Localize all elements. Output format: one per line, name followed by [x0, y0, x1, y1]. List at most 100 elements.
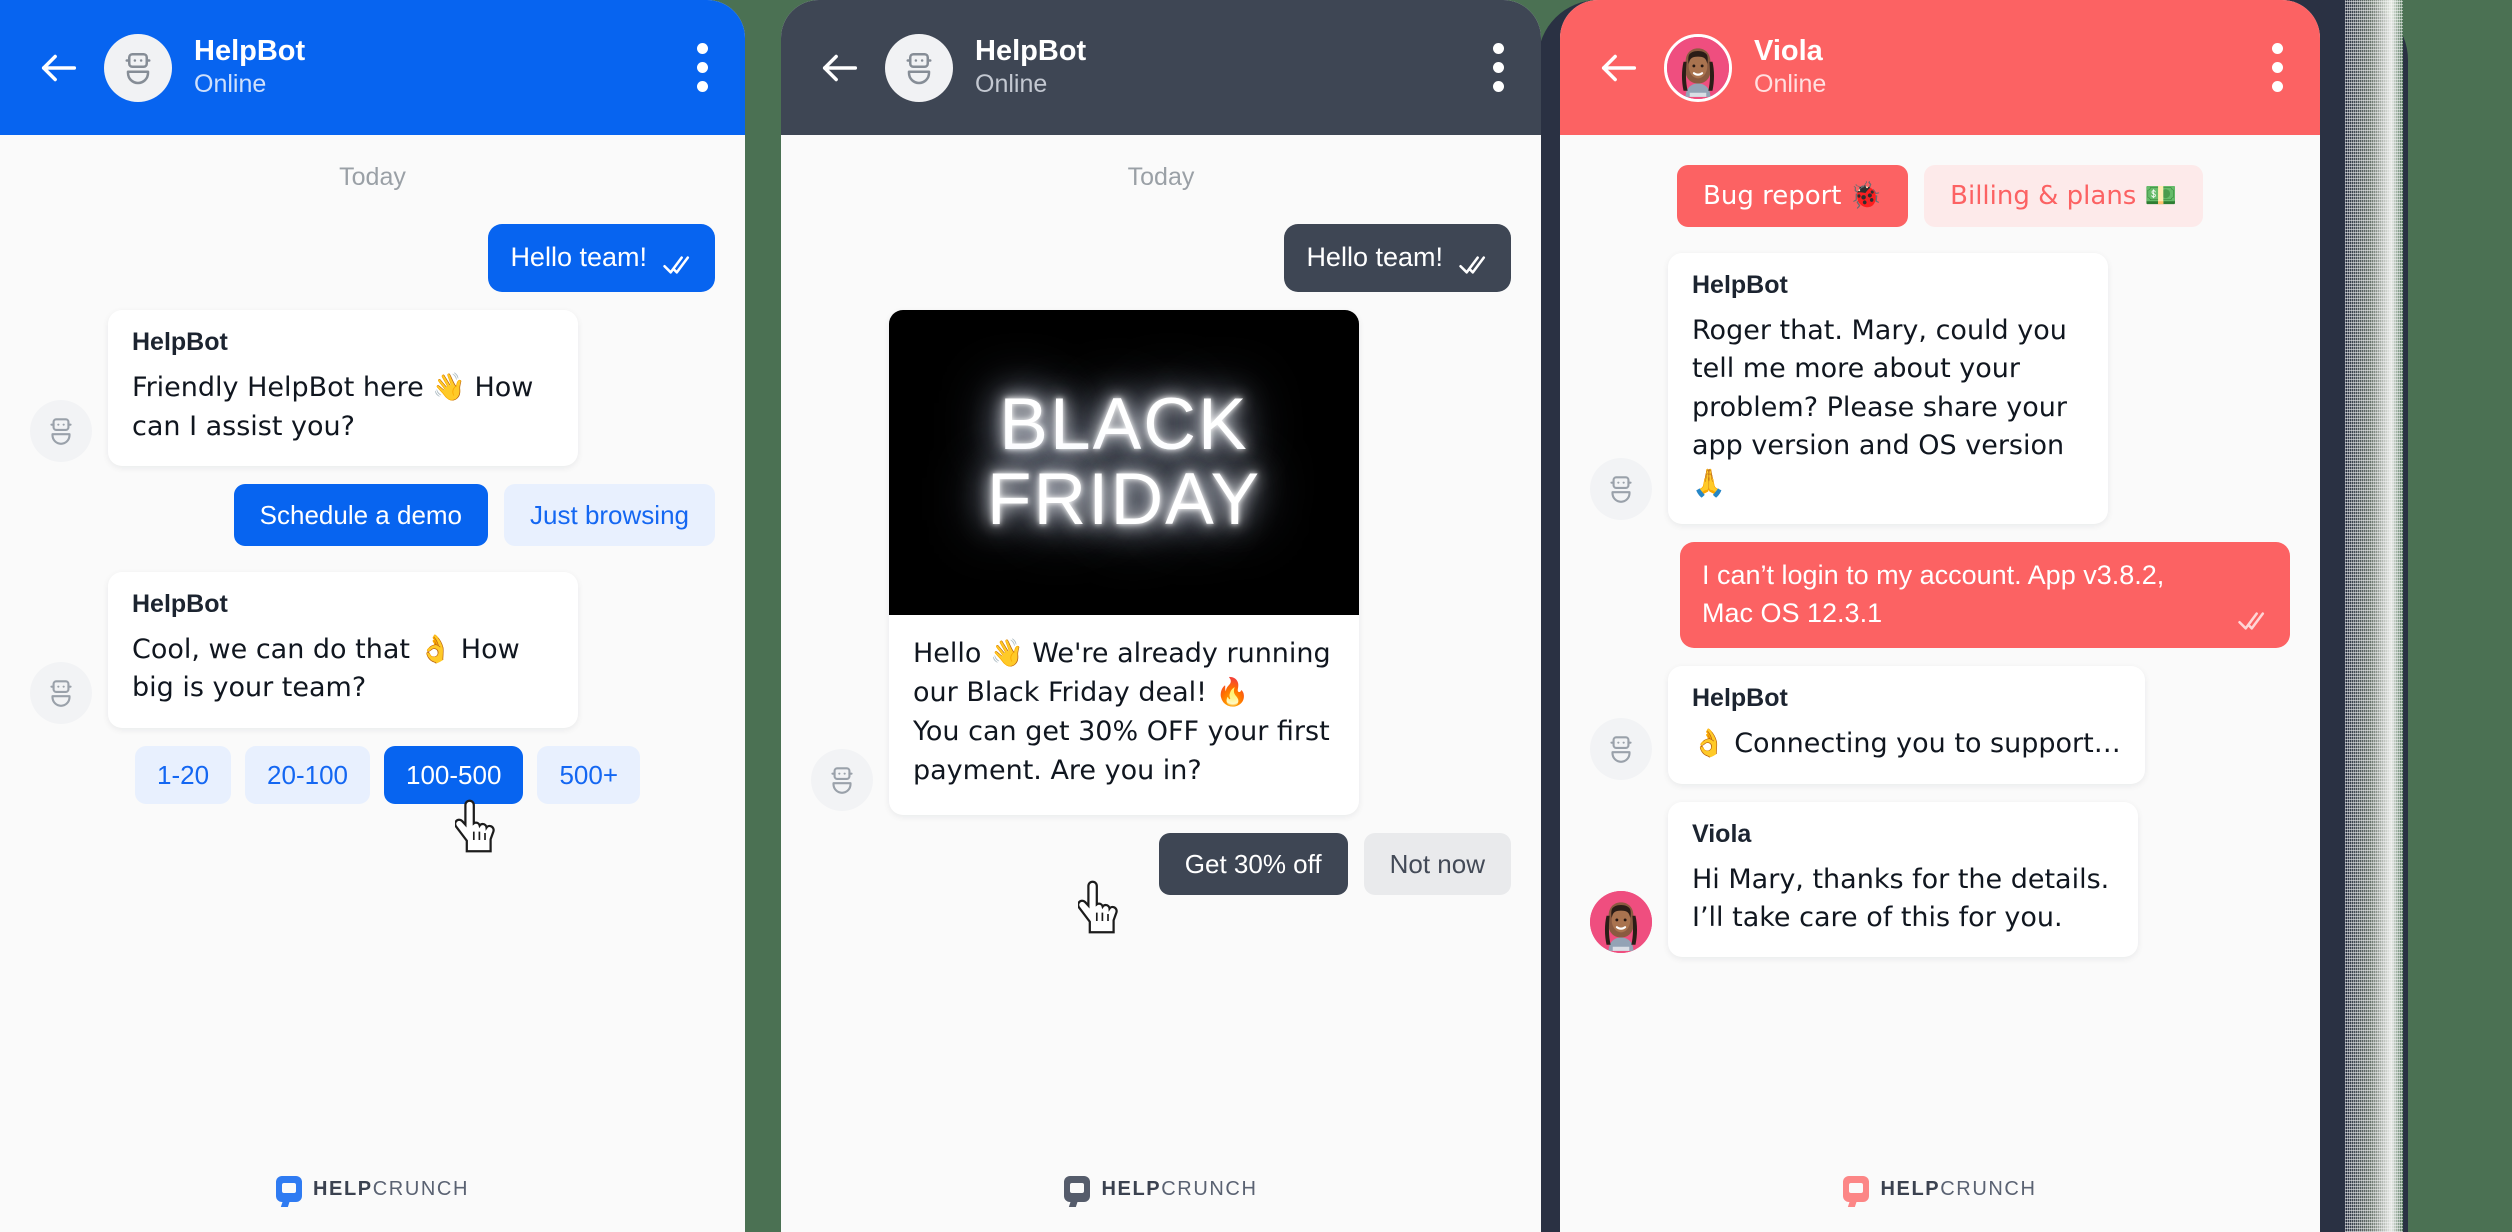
- message-text: I can’t login to my account. App v3.8.2,…: [1702, 559, 2165, 628]
- header-identity: Viola Online: [1754, 34, 1827, 100]
- chat-title: Viola: [1754, 34, 1823, 67]
- message-sender: HelpBot: [132, 589, 228, 618]
- bot-avatar: [885, 33, 953, 102]
- header-identity: HelpBot Online: [194, 34, 306, 100]
- helpcrunch-wordmark: HELPCRUNCH: [312, 1177, 469, 1200]
- message-bubble-incoming: Viola Hi Mary, thanks for the details. I…: [1668, 801, 2138, 958]
- header-identity: HelpBot Online: [975, 34, 1087, 100]
- message-text: Hi Mary, thanks for the details. I’ll ta…: [1692, 863, 2110, 933]
- message-sender: HelpBot: [132, 328, 228, 357]
- black-friday-banner-image: BLACK FRIDAY: [889, 310, 1359, 616]
- banner-line-2: FRIDAY: [986, 458, 1262, 540]
- quick-replies-promo: Get 30% off Not now: [811, 832, 1511, 934]
- message-text: Friendly HelpBot here 👋 How can I assist…: [132, 372, 534, 442]
- chat-header-red: Viola Online: [1560, 0, 2320, 135]
- chat-panel-blue: HelpBot Online Today Hello team! HelpBot…: [0, 0, 745, 1232]
- promo-card: BLACK FRIDAY Hello 👋 We're already runni…: [889, 310, 1359, 815]
- back-arrow-icon[interactable]: [817, 45, 863, 91]
- mouse-cursor-pointer: [1077, 879, 1124, 935]
- chat-body-dark: Today Hello team! BLACK FRIDAY Hello 👋 W…: [781, 135, 1541, 1146]
- status-badge: Online: [975, 70, 1048, 99]
- quick-replies-team-size: 1-20 20-100 100-500 500+: [30, 745, 715, 852]
- message-bubble-outgoing: I can’t login to my account. App v3.8.2,…: [1680, 541, 2290, 649]
- status-badge: Online: [194, 70, 267, 99]
- agent-photo: [1667, 36, 1729, 99]
- promo-card-text: Hello 👋 We're already running our Black …: [913, 638, 1331, 786]
- message-text: Hello team!: [510, 242, 647, 272]
- day-separator: Today: [1127, 163, 1195, 191]
- quick-reply-1-20[interactable]: 1-20: [135, 745, 232, 804]
- kebab-menu-icon[interactable]: [2272, 43, 2284, 92]
- message-row-outgoing: Hello team!: [811, 224, 1511, 293]
- quick-reply-billing-plans[interactable]: Billing & plans 💵: [1924, 165, 2203, 227]
- quick-replies-1: Schedule a demo Just browsing: [30, 483, 715, 546]
- agent-photo: [1590, 891, 1652, 954]
- double-check-icon: [1459, 254, 1489, 276]
- quick-reply-just-browsing[interactable]: Just browsing: [504, 483, 715, 546]
- chat-body-blue: Today Hello team! HelpBot Friendly HelpB…: [0, 135, 745, 1146]
- message-text: Hello team!: [1306, 242, 1443, 272]
- bot-avatar: [104, 33, 172, 102]
- quick-replies-top: Bug report 🐞 Billing & plans 💵: [1590, 165, 2290, 227]
- double-check-icon: [663, 254, 693, 276]
- kebab-menu-icon[interactable]: [1493, 43, 1505, 92]
- helpcrunch-logo-icon: [1843, 1176, 1870, 1202]
- chat-panel-red: Viola Online Bug report 🐞 Billing & plan…: [1560, 0, 2320, 1232]
- helpcrunch-footer: HELPCRUNCH: [1560, 1146, 2320, 1232]
- message-bubble-incoming: HelpBot Friendly HelpBot here 👋 How can …: [108, 310, 578, 466]
- message-text: Cool, we can do that 👌 How big is your t…: [132, 633, 520, 704]
- message-sender: HelpBot: [1692, 684, 1788, 713]
- bot-icon: [811, 748, 873, 811]
- quick-reply-schedule-demo[interactable]: Schedule a demo: [233, 483, 489, 546]
- phone-bezel-edge-noise: [2345, 0, 2403, 1232]
- message-sender: Viola: [1692, 819, 1752, 848]
- message-text: 👌 Connecting you to support…: [1692, 728, 2121, 760]
- message-bubble-incoming: HelpBot Roger that. Mary, could you tell…: [1668, 253, 2108, 524]
- quick-reply-bug-report[interactable]: Bug report 🐞: [1677, 165, 1909, 227]
- chat-title: HelpBot: [194, 34, 306, 67]
- status-badge: Online: [1754, 70, 1827, 99]
- banner-line-1: BLACK: [999, 384, 1249, 466]
- screenshot-stage: HelpBot Online Today Hello team! HelpBot…: [0, 0, 2512, 1232]
- message-row-incoming: HelpBot Cool, we can do that 👌 How big i…: [30, 571, 715, 728]
- quick-reply-20-100[interactable]: 20-100: [245, 745, 371, 804]
- back-arrow-icon[interactable]: [36, 45, 82, 91]
- helpcrunch-logo-icon: [1064, 1176, 1091, 1202]
- chat-title: HelpBot: [975, 34, 1087, 67]
- agent-avatar: [1664, 33, 1732, 102]
- message-sender: HelpBot: [1692, 271, 1788, 299]
- message-text: Roger that. Mary, could you tell me more…: [1692, 315, 2067, 500]
- bot-icon: [30, 399, 92, 462]
- message-row-outgoing: Hello team!: [30, 224, 715, 293]
- chat-header-blue: HelpBot Online: [0, 0, 745, 135]
- message-bubble-incoming: HelpBot Cool, we can do that 👌 How big i…: [108, 571, 578, 728]
- quick-reply-500-plus[interactable]: 500+: [537, 745, 641, 804]
- helpcrunch-wordmark: HELPCRUNCH: [1101, 1177, 1258, 1200]
- bot-icon: [30, 661, 92, 724]
- message-row-incoming-agent: Viola Hi Mary, thanks for the details. I…: [1590, 801, 2290, 958]
- message-row-incoming: HelpBot Roger that. Mary, could you tell…: [1590, 253, 2290, 524]
- message-bubble-incoming: HelpBot 👌 Connecting you to support…: [1668, 666, 2145, 784]
- bot-icon: [1590, 457, 1652, 520]
- chat-header-dark: HelpBot Online: [781, 0, 1541, 135]
- helpcrunch-logo-icon: [275, 1176, 302, 1202]
- double-check-icon: [2238, 610, 2268, 632]
- bot-icon: [1590, 717, 1652, 780]
- chat-panel-dark: HelpBot Online Today Hello team! BLACK F…: [781, 0, 1541, 1232]
- quick-reply-100-500[interactable]: 100-500: [384, 745, 524, 804]
- message-row-incoming: HelpBot 👌 Connecting you to support…: [1590, 666, 2290, 784]
- chat-body-red: Bug report 🐞 Billing & plans 💵 HelpBot R…: [1560, 135, 2320, 1146]
- mouse-cursor-pointer: [454, 798, 501, 854]
- helpcrunch-footer: HELPCRUNCH: [0, 1146, 745, 1232]
- message-row-incoming-card: BLACK FRIDAY Hello 👋 We're already runni…: [811, 310, 1511, 815]
- message-row-incoming: HelpBot Friendly HelpBot here 👋 How can …: [30, 310, 715, 466]
- quick-reply-get-30-off[interactable]: Get 30% off: [1158, 832, 1348, 895]
- message-bubble-outgoing: Hello team!: [1284, 224, 1511, 293]
- back-arrow-icon[interactable]: [1596, 45, 1642, 91]
- message-row-outgoing: I can’t login to my account. App v3.8.2,…: [1590, 541, 2290, 649]
- day-separator: Today: [339, 163, 406, 191]
- helpcrunch-footer: HELPCRUNCH: [781, 1146, 1541, 1232]
- helpcrunch-wordmark: HELPCRUNCH: [1880, 1177, 2037, 1200]
- kebab-menu-icon[interactable]: [697, 43, 709, 92]
- quick-reply-not-now[interactable]: Not now: [1363, 832, 1511, 895]
